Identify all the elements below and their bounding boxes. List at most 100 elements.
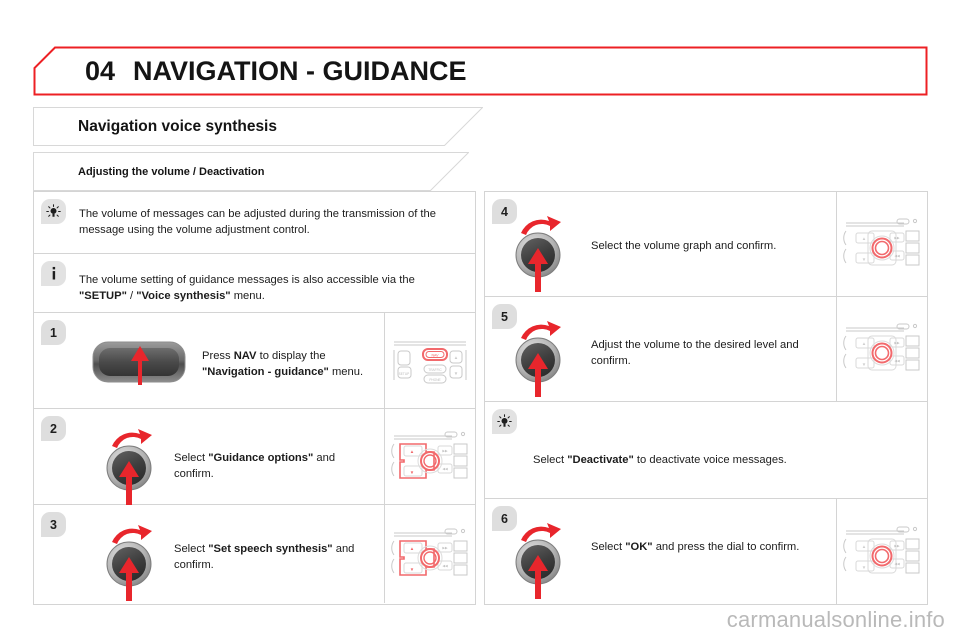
step-content: 1 Press NAV to display the "Navigation -… <box>34 313 384 408</box>
tip-text: The volume of messages can be adjusted d… <box>79 208 436 237</box>
svg-text:▼: ▼ <box>454 371 458 376</box>
step-content: 4 Select the volume graph and confirm. <box>485 192 836 296</box>
step-text: Select "OK" and press the dial to confir… <box>591 540 828 556</box>
svg-text:▲: ▲ <box>454 355 458 360</box>
step-text: Select the volume graph and confirm. <box>591 240 777 252</box>
tip-text: The volume setting of guidance messages … <box>79 272 461 304</box>
page-title: NAVIGATION - GUIDANCE <box>133 55 467 86</box>
step-text-part: Select <box>174 543 209 555</box>
step-row: 3 Select "Set speech synthesis" and conf… <box>34 505 475 603</box>
step-text: Press NAV to display the "Navigation - g… <box>202 349 374 380</box>
svg-text:◀◀: ◀◀ <box>894 254 900 258</box>
svg-text:▶▶: ▶▶ <box>442 449 448 453</box>
step-row: 1 Press NAV to display the "Navigation -… <box>34 313 475 409</box>
step-row: 6 Select "OK" and press the dial to conf… <box>485 499 927 604</box>
svg-text:▼: ▼ <box>862 565 866 570</box>
step-text: Select "Guidance options" and confirm. <box>174 451 374 482</box>
tip-row: The volume setting of guidance messages … <box>34 254 475 313</box>
step-text-bold: "Guidance options" <box>208 452 314 464</box>
tip-content: The volume of messages can be adjusted d… <box>34 192 475 253</box>
tip-text: Select "Deactivate" to deactivate voice … <box>533 453 917 469</box>
svg-text:PHONE: PHONE <box>429 378 440 382</box>
dashboard-dial-arrows-highlight: ▲ ▼ ▶▶ ◀◀ <box>391 528 468 576</box>
step-text-bold: NAV <box>233 350 257 362</box>
dashboard-nav-button-highlight: NAV TRAFFIC PHONE SETUP ▲ ▼ <box>390 329 470 392</box>
site-watermark: carmanualsonline.info <box>726 607 945 632</box>
dashboard-thumbnail: NAV TRAFFIC PHONE SETUP ▲ ▼ <box>384 313 475 408</box>
svg-text:◀◀: ◀◀ <box>894 359 900 363</box>
step-text: Adjust the volume to the desired level a… <box>591 339 799 367</box>
rotary-dial-graphic <box>98 515 160 601</box>
info-icon <box>41 261 66 286</box>
tip-row: Select "Deactivate" to deactivate voice … <box>485 402 927 499</box>
dashboard-thumbnail: ▲ ▼ ▶▶ ◀◀ <box>836 499 927 604</box>
dashboard-dial-highlight: ▲ ▼ ▶▶ ◀◀ <box>843 323 920 371</box>
lightbulb-icon <box>492 409 517 434</box>
tip-text-bold: "Deactivate" <box>567 454 634 466</box>
tip-text-part: The volume setting of guidance messages … <box>79 274 415 286</box>
step-text-part: Press <box>202 350 234 362</box>
step-text-bold: "Set speech synthesis" <box>208 543 333 555</box>
svg-text:▼: ▼ <box>410 567 414 572</box>
svg-text:◀◀: ◀◀ <box>894 562 900 566</box>
svg-text:◀◀: ◀◀ <box>442 564 448 568</box>
manual-page: 04 NAVIGATION - GUIDANCE Navigation voic… <box>0 0 960 640</box>
dashboard-thumbnail: ▲ ▼ ▶▶ ◀◀ <box>384 409 475 504</box>
dashboard-dial-arrows-highlight: ▲ ▼ ▶▶ ◀◀ <box>391 431 468 479</box>
dashboard-thumbnail: ▲ ▼ ▶▶ ◀◀ <box>836 297 927 401</box>
step-text-bold: "Navigation - guidance" <box>202 365 329 378</box>
rotary-dial-graphic <box>507 311 569 397</box>
tip-text-part: / <box>126 290 137 303</box>
chapter-header: 04 NAVIGATION - GUIDANCE <box>33 46 928 96</box>
svg-text:▼: ▼ <box>862 257 866 262</box>
tip-text-part: Select <box>533 454 568 466</box>
tip-text-bold: "SETUP" <box>79 290 127 303</box>
step-text-part: and press the dial to confirm. <box>652 541 800 553</box>
dashboard-dial-highlight: ▲ ▼ ▶▶ ◀◀ <box>843 526 920 573</box>
tip-content: Select "Deactivate" to deactivate voice … <box>485 402 927 498</box>
step-number-badge: 3 <box>41 512 66 537</box>
svg-text:▼: ▼ <box>862 362 866 367</box>
section-banner-sub: Adjusting the volume / Deactivation <box>33 152 469 192</box>
rotary-dial-graphic <box>507 206 569 292</box>
svg-text:▲: ▲ <box>862 341 866 346</box>
rotary-dial-graphic <box>507 513 569 599</box>
svg-text:▲: ▲ <box>410 449 414 454</box>
step-number-badge: 1 <box>41 320 66 345</box>
step-content: 5 Adjust the volume to the desired level… <box>485 297 836 401</box>
dashboard-dial-highlight: ▲ ▼ ▶▶ ◀◀ <box>843 218 920 266</box>
step-text-part: Select <box>591 541 626 553</box>
step-content: 2 Select "Guidance options" and confirm. <box>34 409 384 505</box>
section-banner-main: Navigation voice synthesis <box>33 107 483 147</box>
step-number-badge: 2 <box>41 416 66 441</box>
tip-row: The volume of messages can be adjusted d… <box>34 192 475 254</box>
left-column: The volume of messages can be adjusted d… <box>33 191 476 605</box>
svg-text:NAV: NAV <box>431 353 439 357</box>
svg-text:▶▶: ▶▶ <box>894 544 900 548</box>
step-row: 5 Adjust the volume to the desired level… <box>485 297 927 402</box>
step-content: 6 Select "OK" and press the dial to conf… <box>485 499 836 604</box>
chapter-number: 04 <box>85 55 116 86</box>
tip-text-part: menu. <box>230 290 265 303</box>
step-text-bold: "OK" <box>625 541 653 553</box>
svg-text:▲: ▲ <box>862 544 866 549</box>
step-text-part: Select <box>174 452 209 464</box>
section-title: Navigation voice synthesis <box>78 118 277 135</box>
step-text-part: menu. <box>328 365 364 378</box>
dashboard-thumbnail: ▲ ▼ ▶▶ ◀◀ <box>836 192 927 296</box>
svg-text:▼: ▼ <box>410 470 414 475</box>
right-column: 4 Select the volume graph and confirm. ▲… <box>484 191 928 605</box>
svg-text:SETUP: SETUP <box>399 372 410 376</box>
step-text-part: to display the <box>256 350 326 362</box>
svg-text:▶▶: ▶▶ <box>894 341 900 345</box>
svg-text:TRAFFIC: TRAFFIC <box>428 368 442 372</box>
rotary-dial-graphic <box>98 419 160 505</box>
step-row: 2 Select "Guidance options" and confirm.… <box>34 409 475 505</box>
dashboard-thumbnail: ▲ ▼ ▶▶ ◀◀ <box>384 505 475 603</box>
tip-text-part: to deactivate voice messages. <box>633 454 787 466</box>
svg-text:▲: ▲ <box>410 546 414 551</box>
svg-text:◀◀: ◀◀ <box>442 467 448 471</box>
svg-text:▶▶: ▶▶ <box>442 546 448 550</box>
subsection-title: Adjusting the volume / Deactivation <box>78 166 265 178</box>
tip-text-bold: "Voice synthesis" <box>136 290 231 303</box>
